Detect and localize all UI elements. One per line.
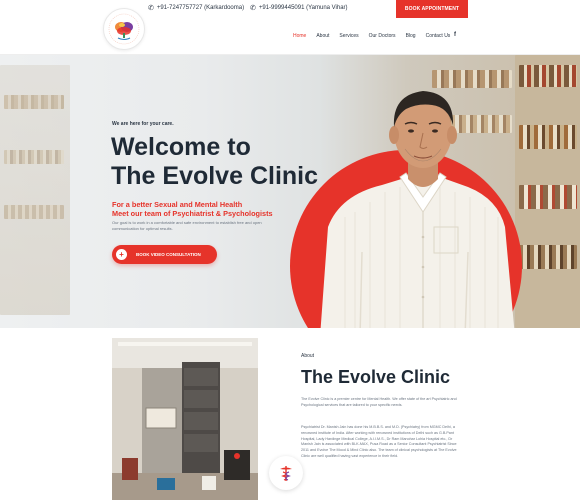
clinic-logo[interactable] xyxy=(103,8,145,50)
books-row xyxy=(519,125,577,149)
phone-icon: ✆ xyxy=(148,5,154,12)
books-row xyxy=(4,150,64,164)
doctor-portrait xyxy=(320,91,515,328)
logo-brain-icon xyxy=(108,13,140,45)
phone-karkardooma-text: +91-7247757727 (Karkardooma) xyxy=(156,5,245,11)
book-video-consultation-button[interactable]: + BOOK VIDEO CONSULTATION xyxy=(112,245,217,264)
hero-subtitle-line1: For a better Sexual and Mental Health xyxy=(112,200,243,209)
plus-icon: + xyxy=(116,249,127,260)
hero-description: Our goal is to work in a comfortable and… xyxy=(112,220,262,231)
hero-section: We are here for your care. Welcome to Th… xyxy=(0,55,580,328)
about-label: About xyxy=(301,353,315,359)
hero-subtitle-line2: Meet our team of Psychiatrist & Psycholo… xyxy=(112,209,273,218)
hero-tagline: We are here for your care. xyxy=(112,121,174,127)
nav-links: Home About Services Our Doctors Blog Con… xyxy=(293,33,460,39)
books-row xyxy=(4,205,64,219)
top-bar: ✆ +91-7247757727 (Karkardooma) ✆ +91-999… xyxy=(0,0,580,18)
nav-contact-us[interactable]: Contact Us xyxy=(426,33,451,39)
nav-our-doctors[interactable]: Our Doctors xyxy=(369,33,396,39)
clinic-interior-image xyxy=(112,338,258,500)
phone-icon: ✆ xyxy=(250,5,256,12)
caduceus-icon xyxy=(280,466,292,481)
phone-yamuna-vihar-text: +91-9999445091 (Yamuna Vihar) xyxy=(258,5,348,11)
clinic-interior-illustration xyxy=(112,338,258,500)
nav-about[interactable]: About xyxy=(316,33,329,39)
hero-subtitle: For a better Sexual and Mental Health Me… xyxy=(112,200,322,218)
nav-services[interactable]: Services xyxy=(339,33,358,39)
caduceus-badge[interactable] xyxy=(269,456,303,490)
books-row xyxy=(519,65,577,87)
facebook-icon[interactable]: f xyxy=(454,32,456,38)
main-nav: Home About Services Our Doctors Blog Con… xyxy=(0,18,580,55)
book-video-consultation-label: BOOK VIDEO CONSULTATION xyxy=(136,252,201,257)
nav-blog[interactable]: Blog xyxy=(406,33,416,39)
about-section: About The Evolve Clinic The Evolve Clini… xyxy=(0,328,580,500)
phone-karkardooma[interactable]: ✆ +91-7247757727 (Karkardooma) xyxy=(148,4,244,12)
phone-yamuna-vihar[interactable]: ✆ +91-9999445091 (Yamuna Vihar) xyxy=(250,4,348,12)
books-row xyxy=(4,95,64,109)
about-paragraph-1: The Evolve Clinic is a premier centre fo… xyxy=(301,397,457,407)
books-row xyxy=(519,245,577,269)
book-appointment-button[interactable]: BOOK APPOINTMENT xyxy=(396,0,468,18)
books-row xyxy=(519,185,577,209)
about-title: The Evolve Clinic xyxy=(301,367,451,387)
nav-home[interactable]: Home xyxy=(293,33,306,39)
about-paragraph-2: Psychiatrist Dr. Manish Jain has done hi… xyxy=(301,425,457,458)
